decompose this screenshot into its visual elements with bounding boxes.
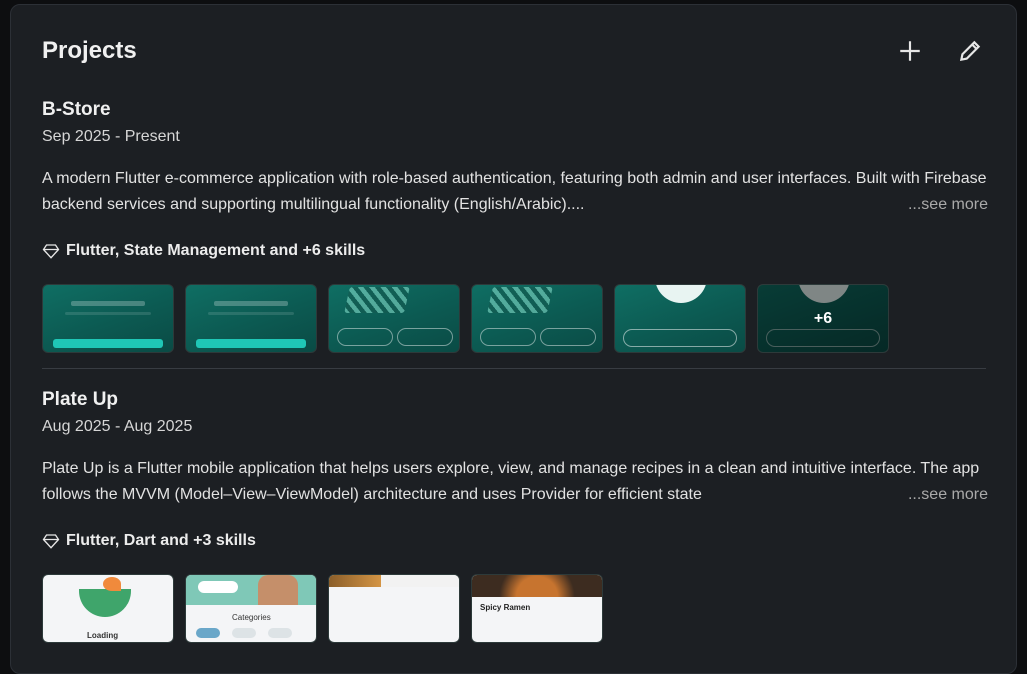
project-date: Aug 2025 - Aug 2025	[42, 418, 193, 435]
header-actions	[894, 35, 986, 67]
project-name: B-Store	[42, 99, 111, 120]
description-text: Plate Up is a Flutter mobile application…	[42, 460, 980, 503]
project-date: Sep 2025 - Present	[42, 128, 180, 145]
section-title: Projects	[42, 37, 137, 64]
description-text: A modern Flutter e-commerce application …	[42, 170, 987, 213]
project-name: Plate Up	[42, 389, 119, 410]
project-description: Plate Up is a Flutter mobile application…	[42, 456, 988, 508]
skills-text: Flutter, State Management and +6 skills	[66, 242, 366, 259]
media-thumbnail-more[interactable]: +6	[757, 284, 889, 353]
projects-card: Projects B-Store Sep 2025 - Present A mo…	[10, 4, 1017, 674]
edit-projects-button[interactable]	[954, 35, 986, 67]
media-thumbnail[interactable]	[328, 284, 460, 353]
media-thumbnail[interactable]	[185, 284, 317, 353]
diamond-icon	[42, 534, 60, 549]
divider	[42, 368, 986, 369]
media-thumbnails: +6	[42, 284, 986, 353]
thumb-label: Loading	[87, 631, 119, 640]
plus-icon	[900, 41, 920, 61]
skills-link[interactable]: Flutter, Dart and +3 skills	[42, 530, 986, 552]
media-thumbnail[interactable]	[471, 284, 603, 353]
media-thumbnail[interactable]: Categories	[185, 574, 317, 643]
media-thumbnail[interactable]: Loading	[42, 574, 174, 643]
skills-text: Flutter, Dart and +3 skills	[66, 532, 256, 549]
media-thumbnail[interactable]	[614, 284, 746, 353]
media-thumbnail[interactable]: Spicy Ramen	[471, 574, 603, 643]
see-more-link[interactable]: ...see more	[899, 192, 988, 218]
thumb-label: Spicy Ramen	[480, 603, 531, 612]
media-thumbnails: Loading Categories Spicy Ramen	[42, 574, 986, 643]
thumb-label: Categories	[232, 613, 271, 622]
media-thumbnail[interactable]	[328, 574, 460, 643]
project-item: B-Store Sep 2025 - Present A modern Flut…	[42, 97, 988, 353]
media-thumbnail[interactable]	[42, 284, 174, 353]
section-header: Projects	[42, 35, 986, 75]
project-description: A modern Flutter e-commerce application …	[42, 166, 988, 218]
add-project-button[interactable]	[894, 35, 926, 67]
pencil-icon	[959, 40, 981, 62]
skills-link[interactable]: Flutter, State Management and +6 skills	[42, 240, 986, 262]
project-item: Plate Up Aug 2025 - Aug 2025 Plate Up is…	[42, 387, 988, 643]
more-media-count: +6	[758, 285, 888, 352]
see-more-link[interactable]: ...see more	[899, 482, 988, 508]
diamond-icon	[42, 244, 60, 259]
